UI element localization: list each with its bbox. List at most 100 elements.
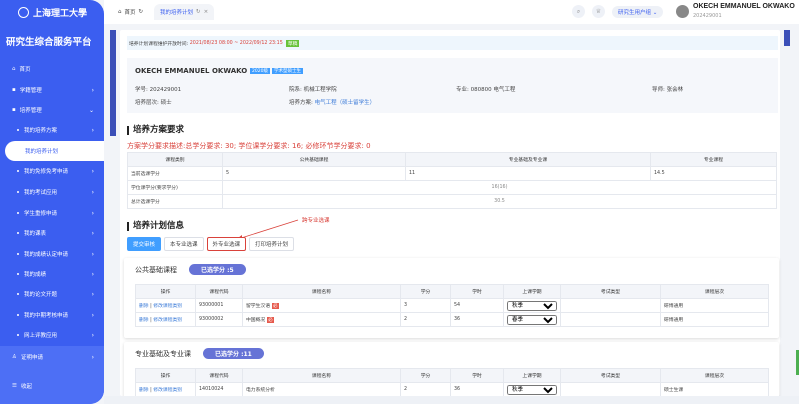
avatar[interactable] bbox=[676, 5, 689, 18]
sidebar-item-thesis-proposal[interactable]: 我的论文开题› bbox=[0, 284, 104, 304]
search-icon[interactable]: ⌕ bbox=[572, 5, 585, 18]
book-icon: ▪ bbox=[12, 87, 16, 93]
column-header: 课程代码 bbox=[196, 285, 243, 299]
column-header: 学时 bbox=[451, 285, 504, 299]
sidebar-item-my-program[interactable]: 我的培养方案› bbox=[0, 120, 104, 140]
sidebar-item-evaluation[interactable]: 网上评教应用› bbox=[0, 325, 104, 345]
term-select[interactable]: 秋季 bbox=[507, 301, 557, 311]
modify-category-link[interactable]: 修改课程类别 bbox=[153, 304, 182, 309]
sidebar-item-certificate[interactable]: ♙证明申请› bbox=[0, 346, 104, 368]
chevron-right-icon: › bbox=[92, 87, 94, 94]
requirements-description: 方案学分要求描述:总学分要求: 30; 学位课学分要求: 16; 必修环节学分要… bbox=[127, 141, 371, 151]
tab-home[interactable]: ⌂首页↻ bbox=[112, 4, 149, 20]
student-dept: 院系: 机械工程学院 bbox=[289, 85, 337, 93]
sidebar-item-enrollment[interactable]: ▪学籍管理› bbox=[0, 80, 104, 100]
required-tag: 必 bbox=[272, 303, 279, 309]
bottom-strip bbox=[104, 396, 799, 404]
column-header: 考试类型 bbox=[561, 369, 661, 383]
sidebar-item-midterm[interactable]: 我的中期考核申请› bbox=[0, 305, 104, 325]
course-group-card: 公共基础课程已选学分 :5操作课程代码课程名称学分学时上课学期考试类型课程层次删… bbox=[124, 258, 779, 338]
annotation-label: 跨专业选课 bbox=[302, 216, 330, 224]
group-title: 公共基础课程 bbox=[135, 265, 177, 275]
shirt-icon[interactable]: ♕ bbox=[592, 5, 605, 18]
student-name: OKECH EMMANUEL OKWAKO bbox=[135, 67, 247, 75]
column-header: 操作 bbox=[136, 369, 196, 383]
section-title-plan: 培养计划信息 bbox=[127, 222, 184, 231]
student-info-card: OKECH EMMANUEL OKWAKO 2020级学术型硕士生 学号: 20… bbox=[127, 58, 778, 113]
chevron-down-icon: ⌄ bbox=[89, 107, 94, 114]
table-row: 删除 | 修改课程类别 93000002 中国概况必 236 春季 研博通用 bbox=[136, 313, 769, 327]
column-header: 操作 bbox=[136, 285, 196, 299]
sidebar-item-exemption[interactable]: 我的免修免考申请› bbox=[0, 161, 104, 181]
column-header: 课程层次 bbox=[661, 369, 769, 383]
section-title-requirements: 培养方案要求 bbox=[127, 126, 184, 135]
status-badge: 草稿 bbox=[286, 40, 300, 47]
modify-category-link[interactable]: 修改课程类别 bbox=[153, 388, 182, 393]
student-plan: 培养方案: 电气工程（硕士留学生） bbox=[289, 98, 375, 106]
sidebar-item-home[interactable]: ⌂首页 bbox=[0, 59, 104, 79]
sidebar: 上海理工大學 研究生综合服务平台 ⌂首页 ▪学籍管理› ▪培养管理⌄ 我的培养方… bbox=[0, 0, 104, 404]
student-id: 学号: 202429001 bbox=[135, 85, 181, 93]
column-header: 学时 bbox=[451, 369, 504, 383]
table-row: 学位课学分(要求学分)16(16) bbox=[128, 181, 777, 195]
column-header: 课程代码 bbox=[196, 369, 243, 383]
university-logo: 上海理工大學 bbox=[18, 6, 87, 19]
term-select[interactable]: 秋季 bbox=[507, 385, 557, 395]
tab-my-plan[interactable]: 我的培养计划↻× bbox=[154, 4, 214, 20]
sidebar-item-timetable[interactable]: 我的课表› bbox=[0, 223, 104, 243]
student-major: 专业: 080800 电气工程 bbox=[456, 85, 515, 93]
column-header: 考试类型 bbox=[561, 285, 661, 299]
course-group-card: 专业基础及专业课 已选学分 :11 操作课程代码课程名称学分学时上课学期考试类型课程… bbox=[124, 342, 779, 402]
sidebar-item-retake[interactable]: 学生重修申请› bbox=[0, 203, 104, 223]
sidebar-item-training[interactable]: ▪培养管理⌄ bbox=[0, 100, 104, 120]
close-icon[interactable]: × bbox=[204, 9, 209, 15]
left-accent-bar bbox=[110, 30, 116, 136]
right-accent-bar bbox=[784, 30, 790, 46]
sidebar-item-grades[interactable]: 我的成绩› bbox=[0, 264, 104, 284]
modify-category-link[interactable]: 修改课程类别 bbox=[153, 318, 182, 323]
platform-title: 研究生综合服务平台 bbox=[6, 34, 92, 48]
student-advisor: 导师: 张会林 bbox=[652, 85, 683, 93]
refresh-icon[interactable]: ↻ bbox=[139, 9, 144, 15]
term-select[interactable]: 春季 bbox=[507, 315, 557, 325]
column-header: 上课学期 bbox=[504, 285, 561, 299]
table-row: 删除 | 修改课程类别 93000001 留学生汉语必 354 秋季 研博通用 bbox=[136, 299, 769, 313]
refresh-icon[interactable]: ↻ bbox=[196, 9, 201, 15]
user-name: OKECH EMMANUEL OKWAKO bbox=[693, 3, 795, 10]
credits-badge: 已选学分 :11 bbox=[203, 348, 264, 359]
student-level: 培养层次: 硕士 bbox=[135, 98, 172, 106]
print-plan-button[interactable]: 打印培养计划 bbox=[249, 237, 294, 251]
collapse-button[interactable]: ☰收起 bbox=[0, 368, 104, 404]
submit-review-button[interactable]: 提交审核 bbox=[127, 237, 161, 251]
plan-link[interactable]: 电气工程（硕士留学生） bbox=[315, 100, 376, 106]
cross-major-course-select-button[interactable]: 外专业选课 bbox=[207, 237, 247, 251]
chevron-down-icon: ⌄ bbox=[653, 10, 658, 16]
delete-link[interactable]: 删除 bbox=[139, 318, 149, 323]
group-title: 专业基础及专业课 bbox=[135, 349, 191, 359]
table-row: 总计选课学分30.5 bbox=[128, 195, 777, 209]
user-icon: ♙ bbox=[12, 354, 17, 360]
type-tag: 学术型硕士生 bbox=[272, 68, 303, 74]
year-tag: 2020级 bbox=[250, 68, 270, 74]
column-header: 上课学期 bbox=[504, 369, 561, 383]
notice-bar: 培养计划课程维护开放时间: 2021/08/23 08:00 ~ 2022/09… bbox=[127, 36, 778, 50]
top-bar: ⌂首页↻ 我的培养计划↻× ⌕ ♕ 研究生用户组 ⌄ OKECH EMMANUE… bbox=[104, 0, 799, 24]
major-course-select-button[interactable]: 本专业选课 bbox=[164, 237, 204, 251]
column-header: 课程层次 bbox=[661, 285, 769, 299]
home-icon: ⌂ bbox=[12, 66, 16, 72]
column-header: 学分 bbox=[401, 369, 451, 383]
user-group-dropdown[interactable]: 研究生用户组 ⌄ bbox=[612, 6, 663, 18]
required-tag: 必 bbox=[267, 317, 274, 323]
column-header: 课程名称 bbox=[243, 369, 401, 383]
requirements-table: 课程类别公共基础课程专业基础及专业课专业课程 当前选课学分51114.5 学位课… bbox=[127, 152, 777, 209]
plan-toolbar: 提交审核 本专业选课 外专业选课 打印培养计划 bbox=[127, 237, 294, 251]
table-row: 删除 | 修改课程类别 14010024 电力系统分析 236 秋季 硕士生课 bbox=[136, 383, 769, 397]
sidebar-item-grade-recognition[interactable]: 我的成绩认定申请› bbox=[0, 244, 104, 264]
home-icon: ⌂ bbox=[118, 9, 122, 15]
credits-badge: 已选学分 :5 bbox=[189, 264, 246, 275]
delete-link[interactable]: 删除 bbox=[139, 304, 149, 309]
column-header: 课程名称 bbox=[243, 285, 401, 299]
sidebar-item-exam[interactable]: 我的考试应用› bbox=[0, 182, 104, 202]
sidebar-item-my-plan[interactable]: 我的培养计划 bbox=[5, 141, 104, 161]
delete-link[interactable]: 删除 bbox=[139, 388, 149, 393]
